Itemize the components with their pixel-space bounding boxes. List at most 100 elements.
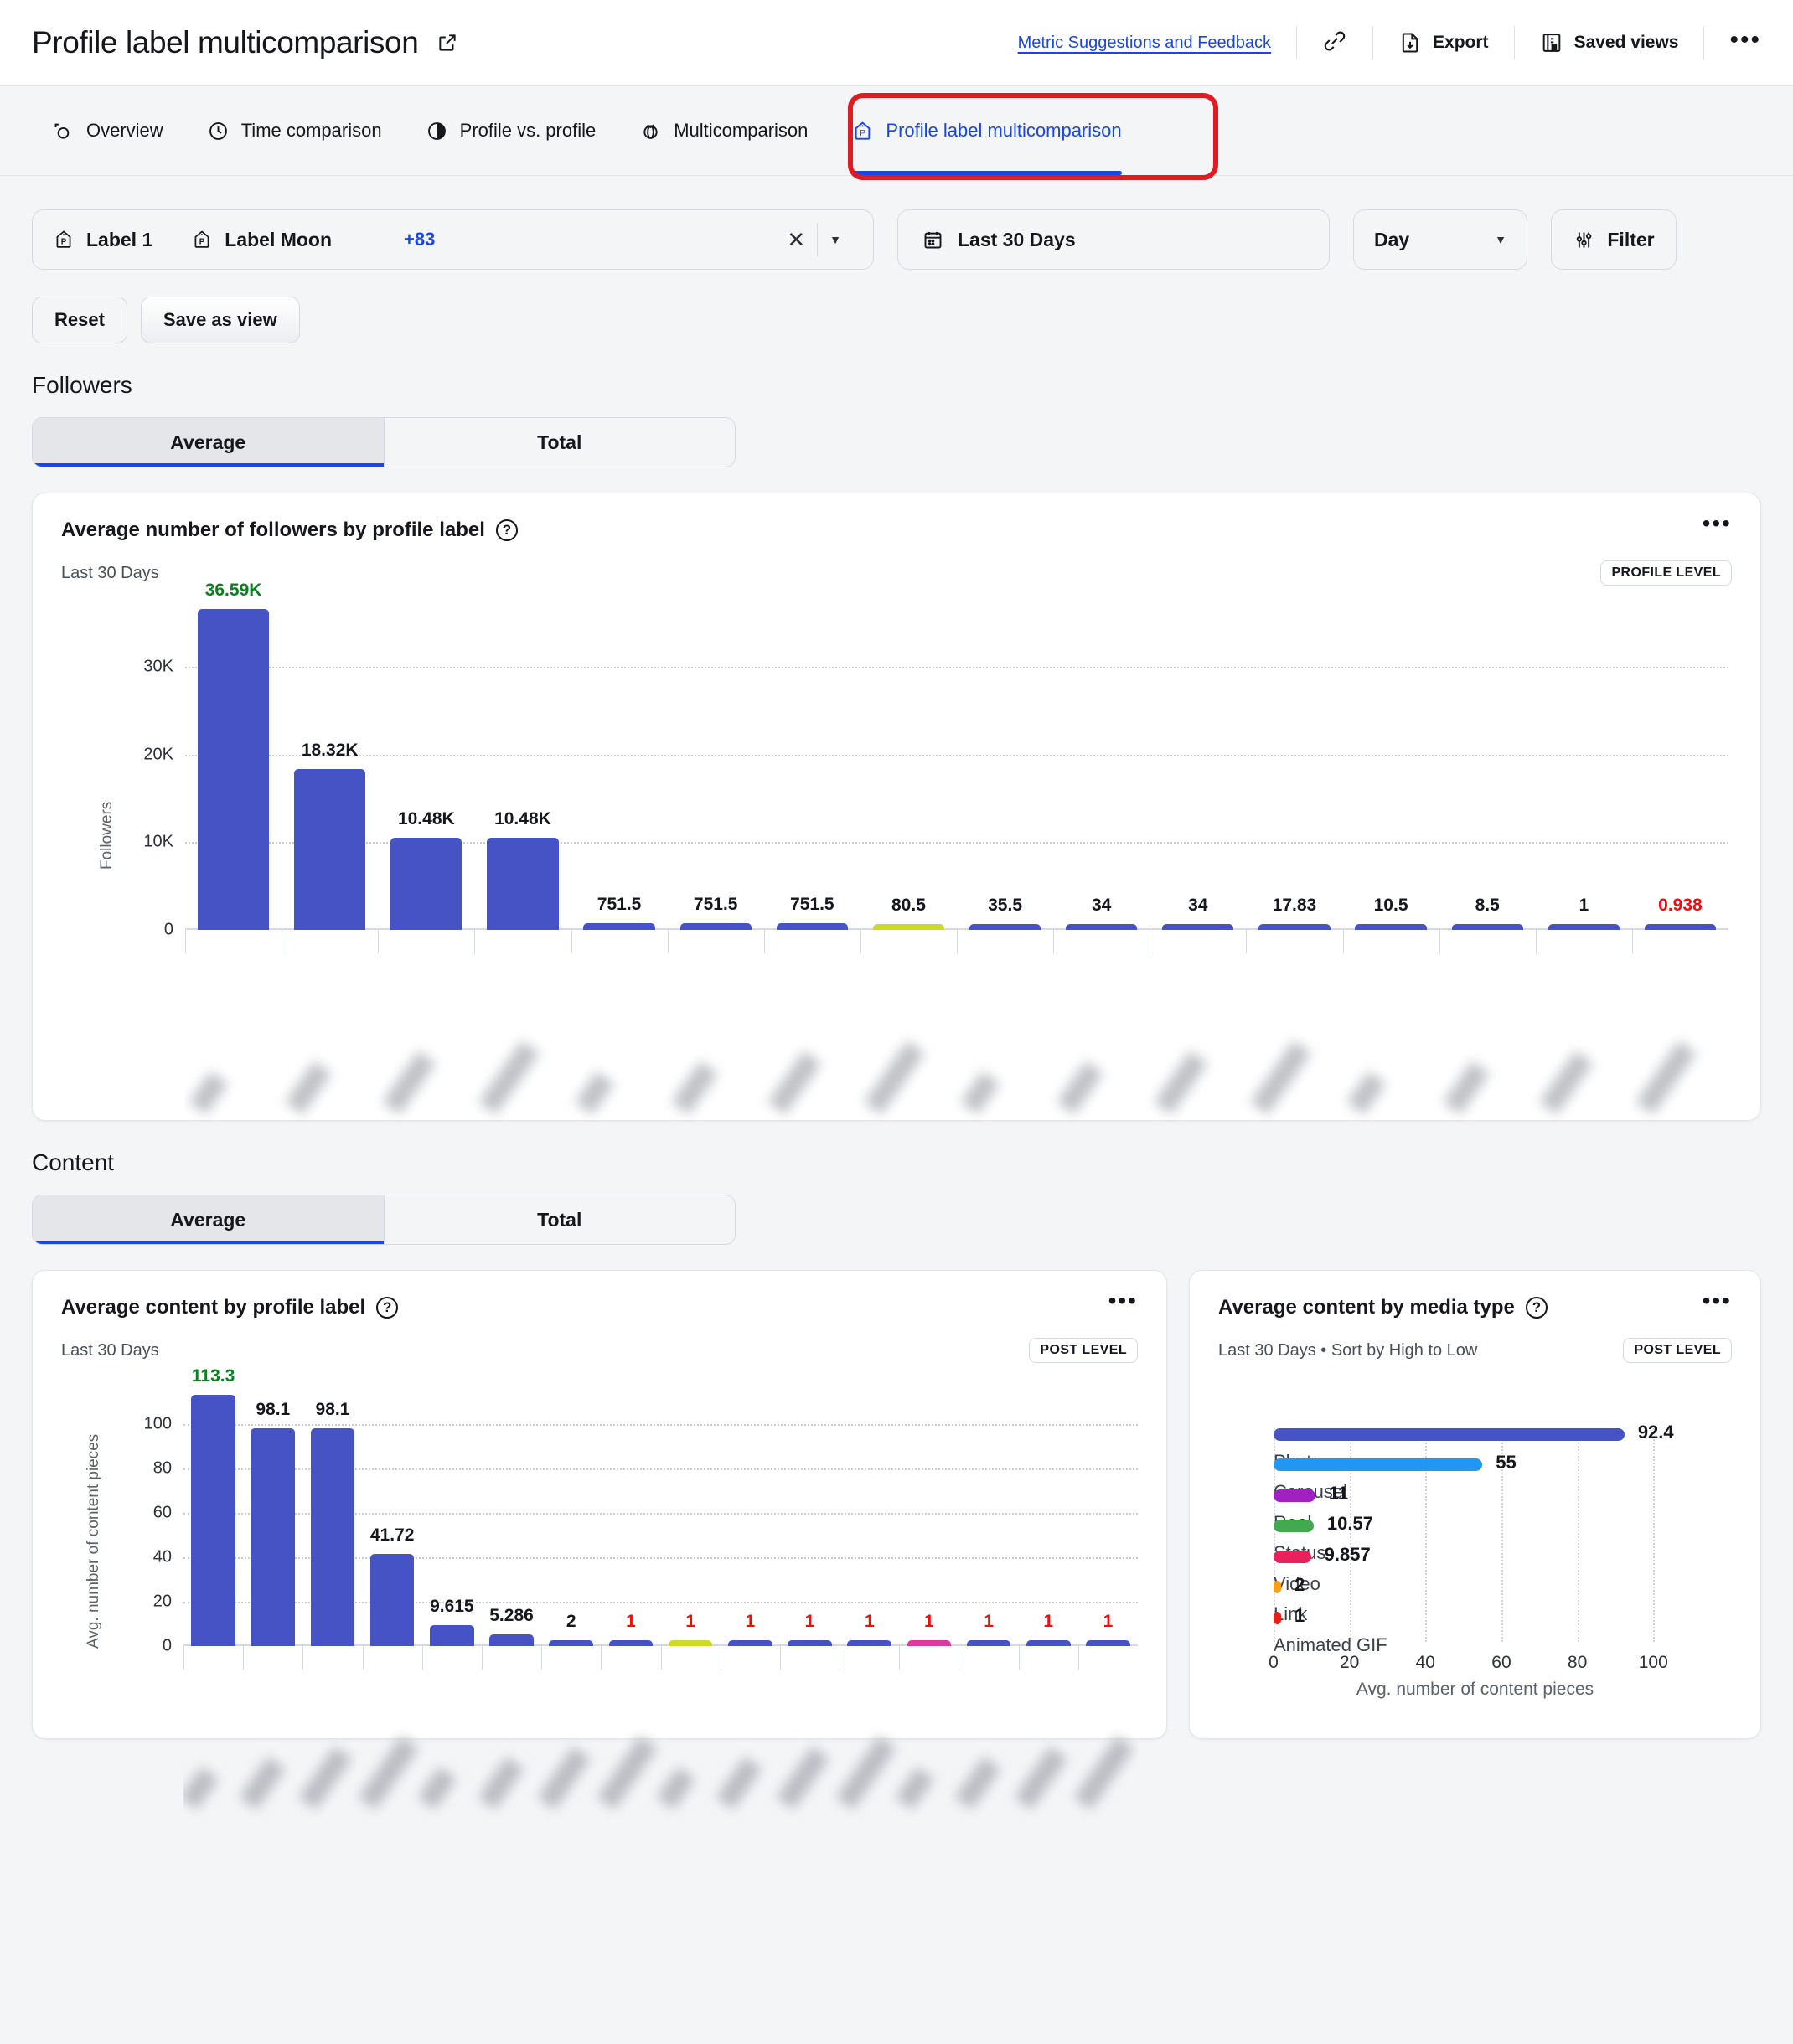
bar[interactable]: [1258, 924, 1330, 930]
bar[interactable]: [549, 1640, 593, 1646]
export-button[interactable]: Export: [1398, 31, 1489, 54]
bar-item[interactable]: 80.5: [860, 609, 957, 930]
label-chip-2[interactable]: P Label Moon: [191, 229, 332, 251]
tab-profile-label-multicomparison[interactable]: P Profile label multicomparison: [829, 86, 1143, 175]
granularity-select[interactable]: Day ▼: [1353, 209, 1527, 270]
bar[interactable]: [1645, 924, 1716, 930]
bar-item[interactable]: 751.5: [764, 609, 860, 930]
bar-item[interactable]: 1: [1019, 1395, 1078, 1646]
bar[interactable]: [967, 1640, 1011, 1646]
bar[interactable]: [873, 924, 944, 930]
bar[interactable]: [609, 1640, 654, 1646]
help-circle-icon[interactable]: ?: [496, 519, 518, 541]
label-chip-1[interactable]: P Label 1: [53, 229, 152, 251]
external-link-icon[interactable]: [437, 32, 458, 54]
bar-item[interactable]: 0.938: [1632, 609, 1728, 930]
bar-item[interactable]: 10.48K: [474, 609, 571, 930]
save-as-view-button[interactable]: Save as view: [141, 297, 300, 343]
bar[interactable]: [1086, 1640, 1130, 1646]
bar-item[interactable]: 41.72: [363, 1395, 422, 1646]
bar-item[interactable]: 1: [840, 1395, 899, 1646]
bar[interactable]: [907, 1640, 952, 1646]
link-icon[interactable]: [1322, 28, 1347, 58]
bar-item[interactable]: 18.32K: [282, 609, 378, 930]
tab-overview[interactable]: Overview: [30, 86, 185, 175]
bar-item[interactable]: 1: [899, 1395, 959, 1646]
help-circle-icon[interactable]: ?: [376, 1297, 398, 1319]
bar[interactable]: [1355, 924, 1426, 930]
bar[interactable]: [1548, 924, 1620, 930]
bar-item[interactable]: 1: [1536, 609, 1632, 930]
bar-item[interactable]: 17.83: [1246, 609, 1342, 930]
metric-suggestions-feedback-link[interactable]: Metric Suggestions and Feedback: [1018, 34, 1271, 53]
bar-item[interactable]: 1: [601, 1395, 660, 1646]
bar[interactable]: [311, 1428, 355, 1646]
bar[interactable]: [1274, 1458, 1482, 1471]
bar[interactable]: [1452, 924, 1523, 930]
bar-item[interactable]: 10.5: [1343, 609, 1439, 930]
bar[interactable]: [1274, 1428, 1625, 1441]
bar-item[interactable]: 1: [780, 1395, 840, 1646]
content-toggle-average[interactable]: Average: [33, 1195, 384, 1244]
bar-item[interactable]: 1: [1078, 1395, 1138, 1646]
bar[interactable]: [583, 923, 654, 930]
bar-item[interactable]: 8.5: [1439, 609, 1536, 930]
content-toggle-total[interactable]: Total: [384, 1195, 736, 1244]
bar-item[interactable]: 34: [1150, 609, 1246, 930]
kebab-menu-icon[interactable]: •••: [1703, 519, 1732, 528]
bar-item[interactable]: 10.48K: [378, 609, 474, 930]
saved-views-button[interactable]: Saved views: [1540, 31, 1679, 54]
profile-label-selector[interactable]: P Label 1 P Label Moon +83 ✕ ▼: [32, 209, 874, 270]
bar-item[interactable]: 2: [541, 1395, 601, 1646]
date-range-selector[interactable]: Last 30 Days: [897, 209, 1330, 270]
bar[interactable]: [294, 769, 365, 930]
filter-button[interactable]: Filter: [1551, 209, 1677, 270]
bar-item[interactable]: 751.5: [571, 609, 668, 930]
bar[interactable]: [669, 1640, 713, 1646]
bar-item[interactable]: 5.286: [482, 1395, 541, 1646]
bar[interactable]: [680, 923, 752, 930]
tab-multicomparison[interactable]: Multicomparison: [617, 86, 829, 175]
bar[interactable]: [777, 923, 848, 930]
bar[interactable]: [1026, 1640, 1071, 1646]
bar[interactable]: [370, 1554, 415, 1646]
bar[interactable]: [969, 924, 1041, 930]
reset-button[interactable]: Reset: [32, 297, 127, 343]
bar-item[interactable]: 9.615: [422, 1395, 482, 1646]
bar[interactable]: [390, 838, 462, 930]
bar[interactable]: [1274, 1612, 1281, 1624]
media-type-row[interactable]: 1Animated GIF: [1274, 1612, 1680, 1656]
bar[interactable]: [430, 1625, 474, 1646]
bar[interactable]: [191, 1395, 235, 1646]
bar[interactable]: [1274, 1551, 1311, 1563]
chevron-down-icon[interactable]: ▼: [1483, 233, 1506, 246]
bar-item[interactable]: 1: [721, 1395, 780, 1646]
additional-labels-count[interactable]: +83: [404, 229, 435, 250]
kebab-menu-icon[interactable]: •••: [1703, 1296, 1732, 1305]
chevron-down-icon[interactable]: ▼: [818, 233, 853, 246]
bar[interactable]: [1274, 1520, 1314, 1532]
bar[interactable]: [487, 838, 558, 930]
kebab-menu-icon[interactable]: •••: [1108, 1296, 1138, 1305]
bar[interactable]: [489, 1634, 534, 1646]
followers-toggle-total[interactable]: Total: [384, 418, 736, 467]
bar-item[interactable]: 1: [959, 1395, 1018, 1646]
bar-item[interactable]: 1: [661, 1395, 721, 1646]
more-options-icon[interactable]: •••: [1729, 34, 1761, 53]
bar[interactable]: [847, 1640, 891, 1646]
bar[interactable]: [198, 609, 269, 930]
bar[interactable]: [1066, 924, 1137, 930]
bar[interactable]: [1274, 1489, 1315, 1502]
bar-item[interactable]: 35.5: [957, 609, 1053, 930]
bar[interactable]: [1162, 924, 1233, 930]
bar[interactable]: [788, 1640, 832, 1646]
bar-item[interactable]: 98.1: [302, 1395, 362, 1646]
bar[interactable]: [251, 1428, 295, 1646]
bar-item[interactable]: 34: [1053, 609, 1150, 930]
tab-profile-vs-profile[interactable]: Profile vs. profile: [404, 86, 618, 175]
tab-time-comparison[interactable]: Time comparison: [185, 86, 404, 175]
bar-item[interactable]: 98.1: [243, 1395, 302, 1646]
bar-item[interactable]: 751.5: [668, 609, 764, 930]
help-circle-icon[interactable]: ?: [1526, 1297, 1548, 1319]
close-icon[interactable]: ✕: [775, 227, 817, 253]
